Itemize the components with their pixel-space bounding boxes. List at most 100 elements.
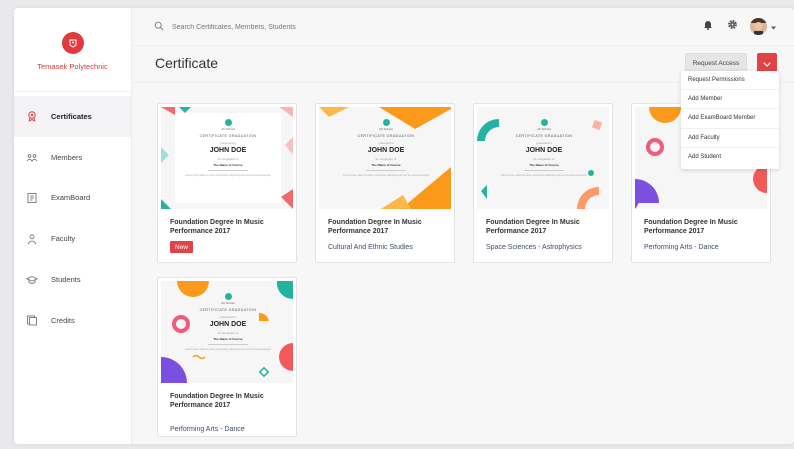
menu-item-add-member[interactable]: Add Member <box>681 90 779 110</box>
seal-icon <box>224 293 232 300</box>
cert-footer: Lorem ipsum dolor sit amet consectetur a… <box>342 174 430 177</box>
cert-for: for completion of <box>533 157 555 161</box>
cert-course: The Name of Course <box>213 337 243 341</box>
certificate-thumbnail: Alt School CERTIFICATE GRADUATION presen… <box>161 281 293 383</box>
chevron-down-icon <box>763 54 771 72</box>
search-bar <box>154 18 372 36</box>
certificate-card[interactable]: Alt School CERTIFICATE GRADUATION presen… <box>157 103 297 263</box>
cert-heading: CERTIFICATE GRADUATION <box>199 134 257 138</box>
card-subtitle: Space Sciences - Astrophysics <box>486 244 582 251</box>
cert-for: for completion of <box>217 331 239 335</box>
menu-item-request-permissions[interactable]: Request Permissions <box>681 71 779 91</box>
award-icon <box>26 110 38 123</box>
sidebar-nav: Certificates Members ExamBoard Faculty S… <box>14 96 131 341</box>
sidebar-item-label: Faculty <box>51 234 76 244</box>
bell-icon[interactable] <box>703 17 713 35</box>
certificate-card[interactable]: Alt School CERTIFICATE GRADUATION presen… <box>315 103 455 263</box>
request-access-button[interactable]: Request Access <box>685 53 747 73</box>
chevron-down-icon[interactable] <box>771 17 776 35</box>
card-subtitle: Performing Arts - Dance <box>644 244 719 251</box>
cert-school: Alt School <box>221 127 235 131</box>
cert-school: Alt School <box>537 127 551 131</box>
card-subtitle: Performing Arts - Dance <box>170 426 245 433</box>
certificate-preview: Alt School CERTIFICATE GRADUATION presen… <box>175 287 281 377</box>
cert-course: The Name of Course <box>213 163 243 167</box>
sidebar-item-label: Members <box>51 152 83 162</box>
cert-school: Alt School <box>379 127 393 131</box>
graduation-cap-icon <box>26 274 38 286</box>
divider <box>524 170 564 171</box>
menu-item-add-student[interactable]: Add Student <box>681 148 779 167</box>
certificate-preview: Alt School CERTIFICATE GRADUATION presen… <box>175 113 281 203</box>
certificate-card[interactable]: Alt School CERTIFICATE GRADUATION presen… <box>473 103 613 263</box>
certificate-preview: Alt School CERTIFICATE GRADUATION presen… <box>333 113 439 203</box>
faculty-icon <box>26 233 38 245</box>
certificate-card[interactable]: Alt School CERTIFICATE GRADUATION presen… <box>157 277 297 437</box>
cert-name: JOHN DOE <box>209 147 247 154</box>
cert-footer: Lorem ipsum dolor sit amet consectetur a… <box>500 174 588 177</box>
seal-icon <box>224 119 232 126</box>
brand-logo[interactable] <box>61 32 84 54</box>
cert-presented: presented to <box>378 141 394 145</box>
cert-name: JOHN DOE <box>367 147 405 154</box>
search-icon[interactable] <box>154 18 164 36</box>
sidebar-item-credits[interactable]: Credits <box>14 300 131 341</box>
members-icon <box>26 151 38 163</box>
sidebar-item-faculty[interactable]: Faculty <box>14 218 131 259</box>
sidebar-item-certificates[interactable]: Certificates <box>14 96 131 137</box>
divider <box>366 170 406 171</box>
sidebar-item-students[interactable]: Students <box>14 259 131 300</box>
avatar[interactable] <box>750 17 767 35</box>
divider <box>208 344 248 345</box>
cert-heading: CERTIFICATE GRADUATION <box>515 134 573 138</box>
cert-footer: Lorem ipsum dolor sit amet consectetur a… <box>184 348 272 351</box>
certificate-thumbnail: Alt School CERTIFICATE GRADUATION presen… <box>319 107 451 209</box>
cert-heading: CERTIFICATE GRADUATION <box>199 308 257 312</box>
brand: Temasek Polytechnic <box>14 8 131 92</box>
cert-footer: Lorem ipsum dolor sit amet consectetur a… <box>184 174 272 177</box>
certificate-thumbnail: Alt School CERTIFICATE GRADUATION presen… <box>477 107 609 209</box>
sidebar-item-label: Credits <box>51 315 75 325</box>
sidebar-item-label: ExamBoard <box>51 193 91 203</box>
search-input[interactable] <box>172 23 372 31</box>
cert-course: The Name of Course <box>529 163 559 167</box>
certificate-thumbnail: Alt School CERTIFICATE GRADUATION presen… <box>161 107 293 209</box>
certificate-preview: Alt School CERTIFICATE GRADUATION presen… <box>491 113 597 203</box>
cert-presented: presented to <box>220 141 236 145</box>
cert-presented: presented to <box>536 141 552 145</box>
actions-dropdown-button[interactable] <box>757 53 777 73</box>
top-bar <box>132 8 794 46</box>
sidebar-item-label: Certificates <box>51 111 92 121</box>
card-title: Foundation Degree In Music Performance 2… <box>170 219 264 235</box>
sidebar-item-members[interactable]: Members <box>14 137 131 178</box>
cert-course: The Name of Course <box>371 163 401 167</box>
gear-icon[interactable] <box>727 17 738 35</box>
seal-icon <box>382 119 390 126</box>
cert-heading: CERTIFICATE GRADUATION <box>357 134 415 138</box>
card-title: Foundation Degree In Music Performance 2… <box>170 393 264 409</box>
menu-item-add-faculty[interactable]: Add Faculty <box>681 129 779 148</box>
cert-for: for completion of <box>217 157 239 161</box>
credits-icon <box>26 314 38 326</box>
cert-presented: presented to <box>220 315 236 319</box>
divider <box>208 170 248 171</box>
sidebar-item-label: Students <box>51 275 81 285</box>
top-icons <box>703 17 776 35</box>
brand-name: Temasek Polytechnic <box>37 62 108 71</box>
examboard-icon <box>26 192 38 204</box>
app-window: Temasek Polytechnic Certificates Members… <box>14 8 794 444</box>
card-title: Foundation Degree In Music Performance 2… <box>328 219 422 235</box>
card-title: Foundation Degree In Music Performance 2… <box>486 219 580 235</box>
cert-for: for completion of <box>375 157 397 161</box>
cert-name: JOHN DOE <box>209 321 247 328</box>
actions-menu: Request Permissions Add Member Add ExamB… <box>681 71 779 169</box>
card-title: Foundation Degree In Music Performance 2… <box>644 219 738 235</box>
sidebar-item-examboard[interactable]: ExamBoard <box>14 178 131 219</box>
seal-icon <box>540 119 548 126</box>
page-title: Certificate <box>155 55 219 71</box>
sidebar: Temasek Polytechnic Certificates Members… <box>14 8 132 444</box>
menu-item-add-examboard-member[interactable]: Add ExamBoard Member <box>681 109 779 129</box>
status-badge: New <box>170 241 194 253</box>
cert-school: Alt School <box>221 301 235 305</box>
cert-name: JOHN DOE <box>525 147 563 154</box>
